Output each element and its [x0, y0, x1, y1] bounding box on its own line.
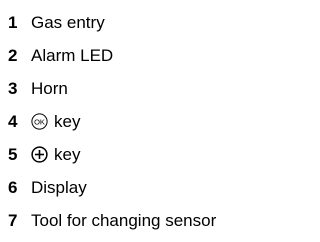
legend-item-alarm-led: 2 Alarm LED — [8, 39, 216, 72]
legend-item-horn: 3 Horn — [8, 72, 216, 105]
svg-text:OK: OK — [34, 117, 45, 126]
legend-item-plus-key: 5 key — [8, 138, 216, 171]
component-legend: 1 Gas entry 2 Alarm LED 3 Horn 4 OK key … — [8, 6, 216, 237]
legend-label: Tool for changing sensor — [31, 210, 217, 230]
legend-label: key — [54, 144, 81, 164]
legend-item-ok-key: 4 OK key — [8, 105, 216, 138]
legend-label: Horn — [31, 78, 68, 98]
legend-item-gas-entry: 1 Gas entry — [8, 6, 216, 39]
legend-number: 4 — [8, 111, 18, 131]
legend-item-sensor-tool: 7 Tool for changing sensor — [8, 204, 216, 237]
plus-button-icon — [31, 146, 48, 163]
legend-label: Alarm LED — [31, 45, 114, 65]
ok-button-icon: OK — [31, 113, 48, 130]
legend-number: 2 — [8, 45, 18, 65]
legend-number: 6 — [8, 177, 18, 197]
legend-number: 7 — [8, 210, 18, 230]
legend-number: 3 — [8, 78, 18, 98]
legend-label: key — [54, 111, 81, 131]
legend-label: Display — [31, 177, 87, 197]
legend-item-display: 6 Display — [8, 171, 216, 204]
legend-number: 5 — [8, 144, 18, 164]
legend-label: Gas entry — [31, 12, 105, 32]
legend-number: 1 — [8, 12, 18, 32]
